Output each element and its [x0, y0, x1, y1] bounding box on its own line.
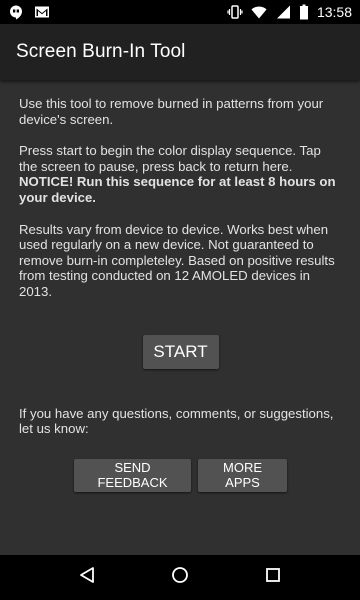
- status-bar: 13:58: [0, 0, 360, 24]
- app-bar: Screen Burn-In Tool: [0, 24, 360, 80]
- home-icon: [171, 566, 189, 589]
- gmail-icon: [34, 4, 50, 20]
- battery-icon: [299, 4, 309, 20]
- more-apps-button[interactable]: MORE APPS: [198, 458, 287, 492]
- instructions-text: Press start to begin the color display s…: [19, 143, 321, 174]
- back-button[interactable]: [67, 558, 107, 598]
- recents-icon: [265, 567, 281, 588]
- status-time: 13:58: [316, 4, 352, 20]
- disclaimer-text: Results vary from device to device. Work…: [19, 221, 335, 299]
- main-content: Use this tool to remove burned in patter…: [0, 80, 360, 555]
- instructions-block: Press start to begin the color display s…: [19, 143, 342, 205]
- start-button[interactable]: START: [142, 334, 219, 369]
- send-feedback-button[interactable]: SEND FEEDBACK: [74, 458, 191, 492]
- app-title: Screen Burn-In Tool: [16, 41, 186, 62]
- contact-text: If you have any questions, comments, or …: [19, 405, 334, 437]
- wifi-icon: [251, 4, 267, 20]
- notice-text: NOTICE! Run this sequence for at least 8…: [19, 174, 336, 205]
- hangouts-icon: [8, 4, 24, 20]
- intro-text: Use this tool to remove burned in patter…: [19, 96, 324, 127]
- back-icon: [78, 566, 96, 589]
- vibrate-icon: [227, 4, 243, 20]
- home-button[interactable]: [160, 558, 200, 598]
- recents-button[interactable]: [253, 558, 293, 598]
- signal-icon: [275, 4, 291, 20]
- navigation-bar: [0, 555, 360, 600]
